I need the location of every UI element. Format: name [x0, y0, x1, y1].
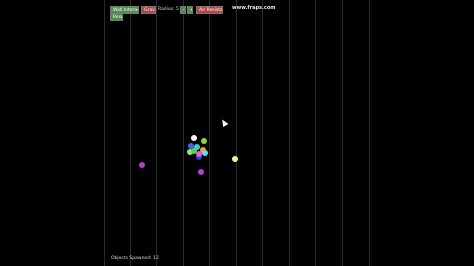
grid-line	[104, 0, 105, 266]
fraps-watermark: www.fraps.com	[232, 5, 276, 11]
radius-minus-button[interactable]: -	[180, 6, 186, 14]
grid-line	[183, 0, 184, 266]
radius-plus-button[interactable]: +	[187, 6, 193, 14]
grid-line	[156, 0, 157, 266]
grid-line	[289, 0, 290, 266]
mouse-cursor-icon	[219, 117, 229, 128]
grid-line	[209, 0, 210, 266]
gravity-button[interactable]: Gravity	[141, 6, 156, 14]
ball	[202, 150, 208, 156]
objects-spawned-counter: Objects Spawned: 13	[111, 256, 159, 261]
grid-line	[236, 0, 237, 266]
ball	[191, 135, 197, 141]
grid-line	[315, 0, 316, 266]
grid-line	[262, 0, 263, 266]
grid-line	[342, 0, 343, 266]
grid-line	[130, 0, 131, 266]
ball	[201, 138, 207, 144]
grid-line	[369, 0, 370, 266]
reset-button[interactable]: Reset	[110, 13, 123, 21]
ball	[139, 162, 145, 168]
air-resistance-button[interactable]: Air Resistance	[196, 6, 223, 14]
radius-label: Radius: 5	[158, 7, 179, 12]
ball	[198, 169, 204, 175]
ball	[232, 156, 238, 162]
